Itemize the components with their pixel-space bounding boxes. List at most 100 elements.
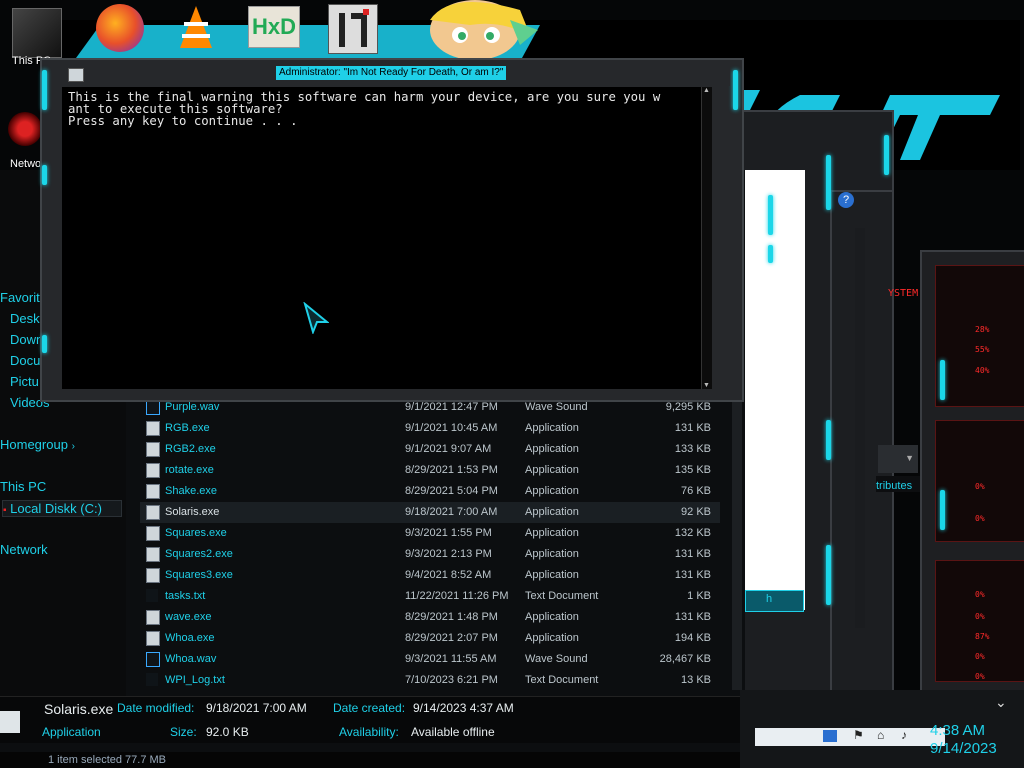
file-row[interactable]: WPI_Log.txt 7/10/2023 6:21 PM Text Documen… <box>140 670 720 691</box>
background-window-button[interactable]: h <box>745 590 804 612</box>
file-date: 8/29/2021 5:04 PM <box>405 485 498 497</box>
size-value: 92.0 KB <box>206 725 249 739</box>
network-tray-icon[interactable]: ⌂ <box>877 728 884 742</box>
file-date: 11/22/2021 11:26 PM <box>405 590 509 602</box>
file-row[interactable]: tasks.txt 11/22/2021 11:26 PM Text Documen… <box>140 586 720 607</box>
file-date: 7/10/2023 6:21 PM <box>405 674 498 686</box>
file-name: Whoa.wav <box>165 653 217 665</box>
details-type: Application <box>42 725 101 739</box>
file-size: 92 KB <box>681 506 711 518</box>
file-date: 9/18/2021 7:00 AM <box>405 506 498 518</box>
date-created-label: Date created: <box>333 701 406 715</box>
file-type: Application <box>525 464 579 476</box>
attributes-tab[interactable]: tributes <box>876 476 920 492</box>
clock-time[interactable]: 4:38 AM <box>930 722 985 739</box>
nav-documents[interactable]: Docu <box>10 353 40 368</box>
nav-pictures[interactable]: Pictu <box>10 374 39 389</box>
file-size: 135 KB <box>674 464 711 476</box>
mouse-cursor-icon <box>303 302 329 334</box>
volume-icon[interactable]: ♪ <box>901 728 907 742</box>
flag-icon[interactable]: ⚑ <box>853 728 864 742</box>
status-text: 1 item selected 77.7 MB <box>48 754 167 766</box>
nav-desktop[interactable]: Deskt <box>10 311 43 326</box>
details-pane: Solaris.exe Application Date modified: 9… <box>0 696 740 743</box>
file-size: 9,295 KB <box>665 401 711 413</box>
system-tray: ⚑ ⌂ ♪ <box>755 728 945 746</box>
background-button-label: h <box>766 593 773 605</box>
network-icon[interactable] <box>8 112 42 146</box>
file-row[interactable]: Squares2.exe 9/3/2021 2:13 PM Application 1… <box>140 544 720 565</box>
file-type: Application <box>525 569 579 581</box>
chevron-right-icon: › <box>71 441 75 452</box>
file-name: Purple.wav <box>165 401 220 413</box>
file-size: 133 KB <box>674 443 711 455</box>
file-row[interactable]: Whoa.wav 9/3/2021 11:55 AM Wave Sound 28,46… <box>140 649 720 670</box>
file-row[interactable]: Shake.exe 8/29/2021 5:04 PM Application 76 … <box>140 481 720 502</box>
date-modified-value: 9/18/2021 7:00 AM <box>206 701 307 715</box>
application-file-icon <box>146 463 160 478</box>
file-size: 76 KB <box>681 485 711 497</box>
file-name: Squares3.exe <box>165 569 233 581</box>
file-size: 131 KB <box>674 611 711 623</box>
chevron-down-icon: ▼ <box>905 453 914 463</box>
chevron-down-icon[interactable]: ⌄ <box>995 694 1007 711</box>
nav-local-disk[interactable]: ▪ Local Diskk (C:) <box>2 500 122 517</box>
nav-homegroup-label: Homegroup <box>0 437 68 452</box>
monitor-value: 28% <box>975 325 990 334</box>
application-file-icon <box>146 421 160 436</box>
nav-homegroup[interactable]: Homegroup › <box>0 437 75 452</box>
file-row[interactable]: Solaris.exe 9/18/2021 7:00 AM Application 9… <box>140 502 720 523</box>
availability-label: Availability: <box>339 725 399 739</box>
frame-led <box>884 135 889 175</box>
file-name: tasks.txt <box>165 590 206 602</box>
application-file-icon <box>146 505 160 520</box>
file-row[interactable]: Whoa.exe 8/29/2021 2:07 PM Application 194 … <box>140 628 720 649</box>
file-size: 131 KB <box>674 422 711 434</box>
file-row[interactable]: rotate.exe 8/29/2021 1:53 PM Application 13… <box>140 460 720 481</box>
vlc-icon[interactable] <box>172 4 220 52</box>
file-name: WPI_Log.txt <box>165 674 225 686</box>
nav-downloads[interactable]: Down <box>10 332 43 347</box>
file-row[interactable]: RGB2.exe 9/1/2021 9:07 AM Application 133 K… <box>140 439 720 460</box>
file-size: 13 KB <box>681 674 711 686</box>
frame-led <box>940 490 945 530</box>
file-row[interactable]: wave.exe 8/29/2021 1:48 PM Application 131 … <box>140 607 720 628</box>
console-titlebar[interactable]: Administrator: "Im Not Ready For Death, … <box>60 66 730 86</box>
scroll-up-icon[interactable]: ▲ <box>703 87 710 94</box>
file-type: Wave Sound <box>525 653 588 665</box>
monitor-value: 0% <box>975 482 985 491</box>
file-name: Solaris.exe <box>165 506 220 518</box>
application-file-icon <box>146 526 160 541</box>
application-file-icon <box>146 568 160 583</box>
system-label: YSTEM <box>888 288 919 299</box>
hxd-icon[interactable]: HxD <box>248 6 300 48</box>
this-pc-icon[interactable] <box>12 8 62 58</box>
file-name: rotate.exe <box>165 464 214 476</box>
help-icon[interactable]: ? <box>838 192 854 208</box>
firefox-icon[interactable] <box>96 4 144 52</box>
console-app-icon <box>68 68 84 82</box>
size-label: Size: <box>170 725 197 739</box>
file-name: wave.exe <box>165 611 212 623</box>
file-size: 131 KB <box>674 569 711 581</box>
console-frame-led <box>42 335 47 353</box>
file-row[interactable]: RGB.exe 9/1/2021 10:45 AM Application 131 K… <box>140 418 720 439</box>
clock-date[interactable]: 9/14/2023 <box>930 740 997 757</box>
file-name: RGB.exe <box>165 422 210 434</box>
text-file-icon <box>146 673 158 686</box>
file-row[interactable]: Squares3.exe 9/4/2021 8:52 AM Application 1… <box>140 565 720 586</box>
file-name: Shake.exe <box>165 485 217 497</box>
file-row[interactable]: Squares.exe 9/3/2021 1:55 PM Application 13… <box>140 523 720 544</box>
console-output[interactable]: This is the final warning this software … <box>62 87 712 389</box>
scroll-down-icon[interactable]: ▼ <box>703 382 710 389</box>
dropdown[interactable]: ▼ <box>878 445 918 473</box>
frame-led <box>940 360 945 400</box>
console-scrollbar[interactable]: ▲ ▼ <box>701 87 712 389</box>
app-icon[interactable] <box>328 4 378 54</box>
background-scrollbar[interactable] <box>855 228 865 628</box>
tray-app-icon[interactable] <box>823 730 837 742</box>
monitor-value: 0% <box>975 672 985 681</box>
nav-network[interactable]: Network <box>0 542 48 557</box>
file-list-scrollbar[interactable] <box>732 400 742 690</box>
nav-this-pc[interactable]: This PC <box>0 479 46 494</box>
